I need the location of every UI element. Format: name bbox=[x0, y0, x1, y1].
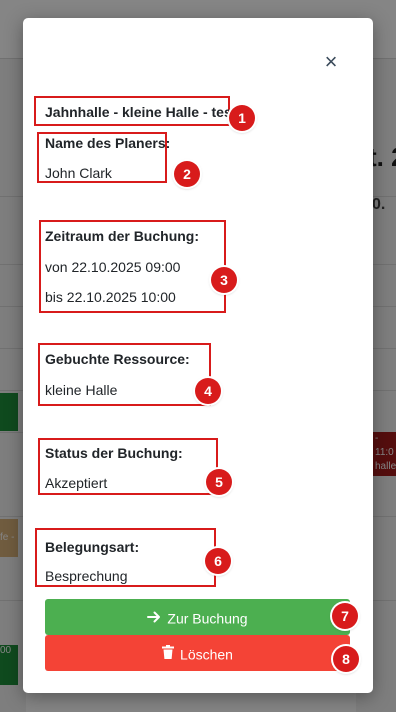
period-label: Zeitraum der Buchung: bbox=[45, 228, 200, 244]
planner-value: John Clark bbox=[45, 165, 112, 181]
period-from: von 22.10.2025 09:00 bbox=[45, 259, 181, 275]
annotation-badge-8: 8 bbox=[333, 646, 359, 672]
resource-value: kleine Halle bbox=[45, 382, 118, 398]
delete-booking-button[interactable]: Löschen bbox=[45, 635, 350, 671]
annotation-badge-5: 5 bbox=[206, 469, 232, 495]
arrow-right-icon bbox=[147, 600, 161, 636]
status-label: Status der Buchung: bbox=[45, 445, 183, 461]
close-icon[interactable]: × bbox=[325, 49, 338, 74]
close-button[interactable]: × bbox=[321, 49, 341, 74]
annotation-badge-7: 7 bbox=[332, 603, 358, 629]
booking-details-modal: × Jahnhalle - kleine Halle - test 1 Name… bbox=[23, 18, 373, 693]
booking-type-value: Besprechung bbox=[45, 568, 128, 584]
annotation-badge-2: 2 bbox=[174, 161, 200, 187]
period-to: bis 22.10.2025 10:00 bbox=[45, 289, 176, 305]
booking-type-label: Belegungsart: bbox=[45, 539, 140, 555]
annotation-badge-1: 1 bbox=[229, 105, 255, 131]
resource-label: Gebuchte Ressource: bbox=[45, 351, 190, 367]
planner-label: Name des Planers: bbox=[45, 135, 171, 151]
delete-booking-label: Löschen bbox=[180, 646, 233, 663]
status-value: Akzeptiert bbox=[45, 475, 108, 491]
annotation-badge-3: 3 bbox=[211, 267, 237, 293]
trash-icon bbox=[162, 636, 175, 672]
goto-booking-button[interactable]: Zur Buchung bbox=[45, 599, 350, 635]
goto-booking-label: Zur Buchung bbox=[167, 610, 248, 627]
annotation-badge-4: 4 bbox=[195, 378, 221, 404]
booking-title: Jahnhalle - kleine Halle - test bbox=[45, 104, 237, 120]
annotation-badge-6: 6 bbox=[205, 548, 231, 574]
